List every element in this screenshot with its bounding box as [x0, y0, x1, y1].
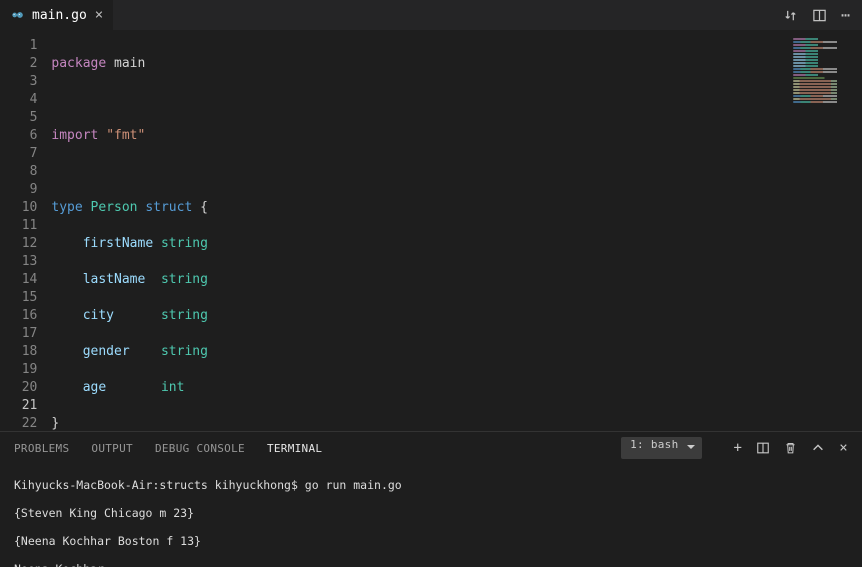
tab-title: main.go [32, 8, 87, 23]
new-terminal-icon[interactable]: + [734, 440, 743, 456]
terminal-prompt: Kihyucks-MacBook-Air:structs kihyuckhong… [14, 478, 305, 492]
bottom-panel: PROBLEMS OUTPUT DEBUG CONSOLE TERMINAL 1… [0, 431, 862, 567]
line-number: 19 [0, 361, 37, 379]
editor-actions: ⋯ [771, 8, 862, 23]
line-number: 14 [0, 271, 37, 289]
compare-changes-icon[interactable] [783, 8, 798, 23]
line-number: 20 [0, 379, 37, 397]
tab-bar: main.go × ⋯ [0, 0, 862, 31]
line-number: 12 [0, 235, 37, 253]
go-file-icon [10, 8, 24, 22]
line-number: 15 [0, 289, 37, 307]
close-icon[interactable]: × [95, 8, 103, 22]
line-number: 16 [0, 307, 37, 325]
line-number: 3 [0, 73, 37, 91]
line-number: 17 [0, 325, 37, 343]
line-number: 6 [0, 127, 37, 145]
more-icon[interactable]: ⋯ [841, 8, 850, 23]
split-editor-icon[interactable] [812, 8, 827, 23]
terminal-line: Neena Kochhar [14, 562, 848, 567]
line-number: 7 [0, 145, 37, 163]
line-number: 11 [0, 217, 37, 235]
tab-problems[interactable]: PROBLEMS [14, 442, 69, 455]
kill-terminal-icon[interactable] [784, 441, 797, 455]
minimap[interactable] [787, 31, 862, 431]
line-number: 13 [0, 253, 37, 271]
tab-debug-console[interactable]: DEBUG CONSOLE [155, 442, 245, 455]
line-number: 5 [0, 109, 37, 127]
code-area[interactable]: package main import "fmt" type Person st… [51, 31, 787, 431]
close-panel-icon[interactable]: × [839, 440, 848, 456]
terminal-line: {Steven King Chicago m 23} [14, 506, 848, 520]
line-number-gutter: 1 2 3 4 5 6 7 8 9 10 11 12 13 14 15 16 1… [0, 31, 51, 431]
split-terminal-icon[interactable] [756, 441, 770, 455]
line-number: 4 [0, 91, 37, 109]
line-number: 2 [0, 55, 37, 73]
terminal-line: {Neena Kochhar Boston f 13} [14, 534, 848, 548]
line-number: 8 [0, 163, 37, 181]
tab-terminal[interactable]: TERMINAL [267, 442, 322, 455]
panel-tab-bar: PROBLEMS OUTPUT DEBUG CONSOLE TERMINAL 1… [0, 432, 862, 464]
line-number: 10 [0, 199, 37, 217]
line-number: 22 [0, 415, 37, 431]
editor: 1 2 3 4 5 6 7 8 9 10 11 12 13 14 15 16 1… [0, 31, 862, 431]
line-number: 18 [0, 343, 37, 361]
line-number: 1 [0, 37, 37, 55]
maximize-panel-icon[interactable] [811, 441, 825, 455]
tab-output[interactable]: OUTPUT [91, 442, 133, 455]
line-number: 9 [0, 181, 37, 199]
line-number: 21 [0, 397, 37, 415]
terminal-selector[interactable]: 1: bash [621, 437, 701, 459]
terminal-output[interactable]: Kihyucks-MacBook-Air:structs kihyuckhong… [0, 464, 862, 567]
editor-tab-main-go[interactable]: main.go × [0, 0, 114, 30]
terminal-command: go run main.go [305, 478, 402, 492]
